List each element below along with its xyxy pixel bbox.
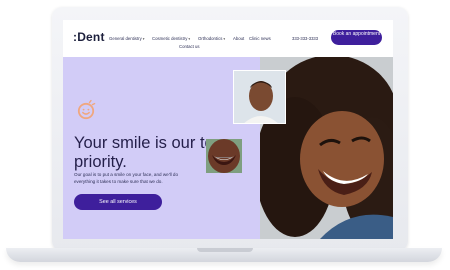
phone-number[interactable]: 333-333-3333 (292, 36, 318, 41)
book-appointment-button[interactable]: Book an appointment (331, 30, 382, 45)
laptop-notch (197, 248, 253, 252)
top-navigation: :Dent General dentistry▾ Cosmetic dentis… (63, 20, 393, 57)
nav-contact-us[interactable]: Contact us (179, 44, 200, 49)
nav-label: General dentistry (109, 36, 142, 41)
nav-orthodontics[interactable]: Orthodontics▾ (198, 36, 225, 41)
photo-smiling-man (233, 70, 286, 124)
chevron-down-icon: ▾ (142, 37, 145, 41)
nav-about[interactable]: About (233, 36, 244, 41)
nav-label: Cosmetic dentistry (152, 36, 188, 41)
nav-general-dentistry[interactable]: General dentistry▾ (109, 36, 145, 41)
hero-subtext: Our goal is to put a smile on your face,… (74, 172, 179, 184)
smile-icon (77, 99, 96, 120)
chevron-down-icon: ▾ (188, 37, 191, 41)
logo[interactable]: :Dent (73, 30, 105, 44)
nav-cosmetic-dentistry[interactable]: Cosmetic dentistry▾ (152, 36, 190, 41)
see-all-services-button[interactable]: See all services (74, 194, 162, 210)
nav-clinic-news[interactable]: Clinic news (249, 36, 271, 41)
nav-label: Orthodontics (198, 36, 223, 41)
chevron-down-icon: ▾ (223, 37, 226, 41)
photo-braces-smile (206, 139, 242, 173)
website-screen: :Dent General dentistry▾ Cosmetic dentis… (63, 20, 393, 239)
